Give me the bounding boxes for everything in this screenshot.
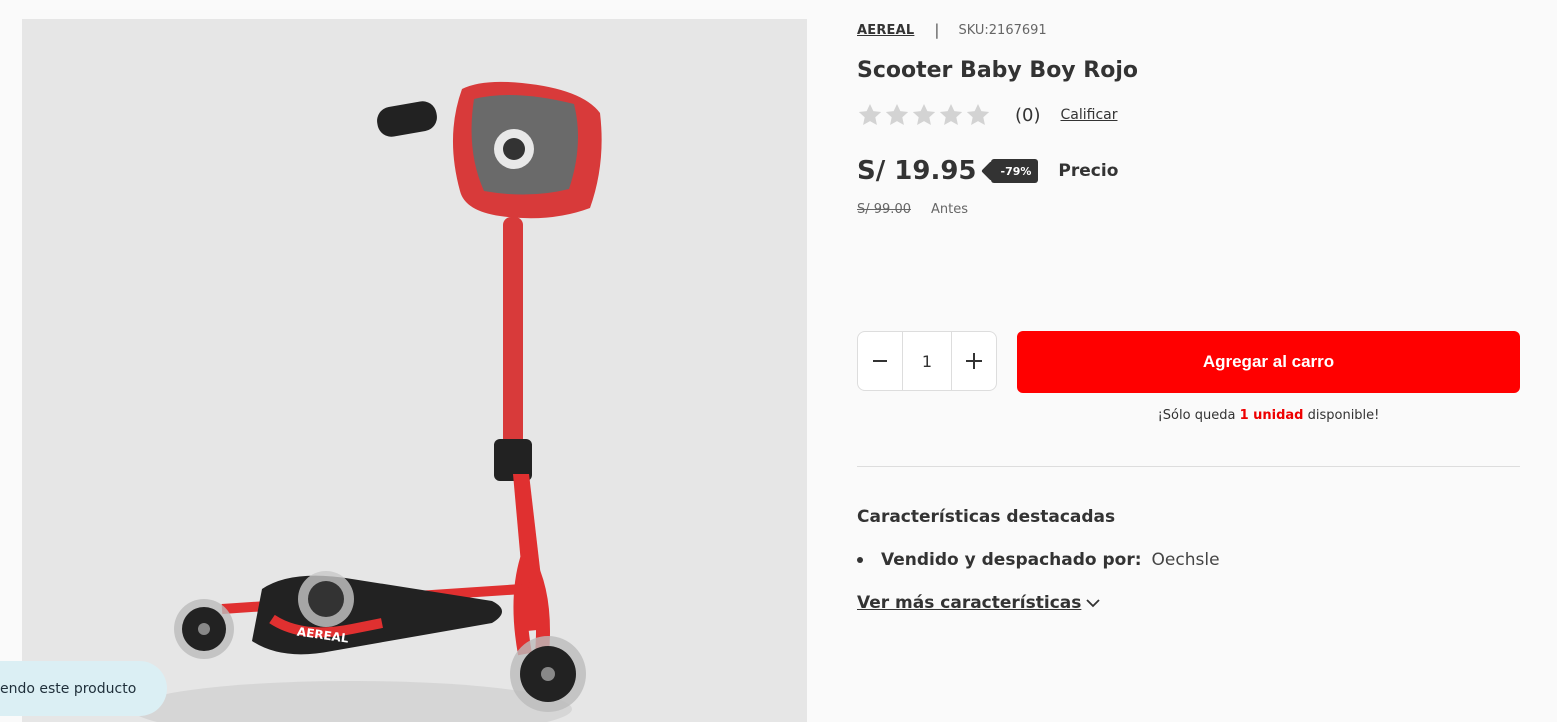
old-price: S/ 99.00	[857, 202, 911, 217]
stock-note: ¡Sólo queda 1 unidad disponible!	[1017, 408, 1520, 423]
star-icon	[939, 103, 963, 125]
stock-prefix: ¡Sólo queda	[1157, 408, 1240, 423]
quantity-stepper: 1	[857, 331, 997, 391]
star-icon	[966, 103, 990, 125]
increase-quantity-button[interactable]	[952, 332, 996, 390]
section-divider	[857, 466, 1520, 467]
product-image[interactable]: AEREAL	[22, 19, 807, 722]
rating-row: (0) Calificar	[857, 101, 1117, 129]
rate-link[interactable]: Calificar	[1061, 107, 1118, 123]
rating-count: (0)	[1015, 104, 1041, 126]
decrease-quantity-button[interactable]	[858, 332, 902, 390]
old-price-row: S/ 99.00 Antes	[857, 202, 968, 217]
viewing-now-pill[interactable]: endo este producto	[0, 661, 167, 716]
brand-sku-row: AEREAL | SKU:2167691	[857, 21, 1047, 39]
discount-badge: -79%	[990, 159, 1039, 183]
bullet-icon	[857, 557, 863, 563]
sku-label: SKU:2167691	[958, 22, 1047, 38]
brand-sku-divider: |	[934, 21, 940, 39]
discount-badge-text: -79%	[1000, 164, 1032, 178]
minus-icon	[873, 360, 887, 362]
more-features-label: Ver más características	[857, 593, 1082, 613]
features-heading: Características destacadas	[857, 507, 1116, 527]
feature-item: Vendido y despachado por: Oechsle	[857, 550, 1220, 570]
more-features-link[interactable]: Ver más características	[857, 593, 1101, 613]
old-price-label: Antes	[930, 202, 968, 217]
plus-icon	[966, 353, 982, 369]
feature-key: Vendido y despachado por:	[881, 550, 1142, 570]
add-to-cart-button[interactable]: Agregar al carro	[1017, 331, 1520, 393]
feature-value: Oechsle	[1151, 550, 1220, 570]
star-icon	[858, 103, 882, 125]
brand-link[interactable]: AEREAL	[857, 23, 914, 38]
stock-count: 1 unidad	[1239, 408, 1304, 423]
price-label: Precio	[1058, 161, 1119, 181]
chevron-down-icon	[1086, 599, 1101, 608]
price-row: S/ 19.95 -79% Precio	[857, 156, 1118, 186]
star-icon	[912, 103, 936, 125]
product-title: Scooter Baby Boy Rojo	[857, 58, 1139, 83]
scooter-illustration: AEREAL	[132, 81, 602, 722]
rating-stars[interactable]	[857, 102, 991, 128]
quantity-input[interactable]: 1	[902, 332, 952, 390]
viewing-now-text: endo este producto	[0, 680, 137, 697]
stock-suffix: disponible!	[1303, 408, 1380, 423]
current-price: S/ 19.95	[857, 156, 977, 186]
star-icon	[885, 103, 909, 125]
